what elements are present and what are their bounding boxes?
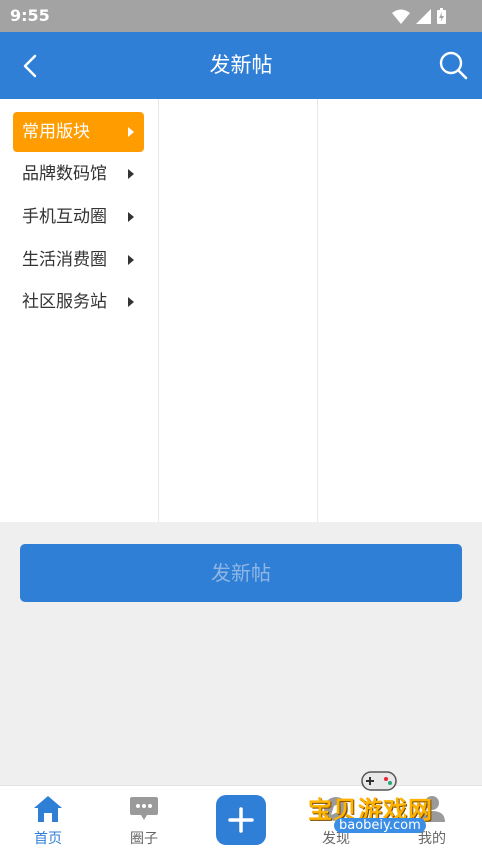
tab-circles[interactable]: 圈子 bbox=[96, 786, 192, 858]
app-header: 发新帖 bbox=[0, 32, 482, 99]
tab-home[interactable]: 首页 bbox=[0, 786, 96, 858]
tab-mine[interactable]: 我的 bbox=[384, 786, 480, 858]
page-title: 发新帖 bbox=[209, 53, 273, 77]
plus-icon bbox=[228, 807, 254, 833]
category-item-community-service[interactable]: 社区服务站 bbox=[13, 282, 144, 322]
category-label: 生活消费圈 bbox=[22, 250, 107, 270]
category-label: 品牌数码馆 bbox=[22, 164, 107, 184]
category-item-phone-interaction[interactable]: 手机互动圈 bbox=[13, 197, 144, 237]
status-icons bbox=[392, 8, 446, 24]
status-time: 9:55 bbox=[10, 6, 50, 25]
tab-label: 我的 bbox=[418, 831, 446, 847]
create-post-button[interactable] bbox=[216, 795, 266, 845]
category-label: 手机互动圈 bbox=[22, 207, 107, 227]
tab-label: 首页 bbox=[34, 831, 62, 847]
discover-icon bbox=[324, 797, 348, 821]
caret-right-icon bbox=[128, 127, 134, 137]
category-label: 社区服务站 bbox=[22, 292, 107, 312]
caret-right-icon bbox=[128, 169, 134, 179]
battery-icon bbox=[437, 8, 446, 24]
category-column-2 bbox=[159, 99, 318, 522]
signal-icon bbox=[416, 8, 431, 24]
caret-right-icon bbox=[128, 212, 134, 222]
category-label: 常用版块 bbox=[22, 122, 90, 142]
user-icon bbox=[419, 796, 445, 822]
chat-bubble-icon bbox=[130, 797, 158, 820]
wifi-icon bbox=[392, 9, 410, 24]
tab-discover[interactable]: 发现 bbox=[288, 786, 384, 858]
search-icon[interactable] bbox=[436, 48, 470, 82]
tab-label: 发现 bbox=[322, 831, 350, 847]
chevron-left-icon[interactable] bbox=[14, 49, 48, 83]
category-item-brand-digital[interactable]: 品牌数码馆 bbox=[13, 154, 144, 194]
category-column-1: 常用版块 品牌数码馆 手机互动圈 生活消费圈 社区服务站 bbox=[0, 99, 159, 522]
caret-right-icon bbox=[128, 297, 134, 307]
category-item-life-consumption[interactable]: 生活消费圈 bbox=[13, 240, 144, 280]
status-bar: 9:55 bbox=[0, 0, 482, 32]
category-column-3 bbox=[318, 99, 482, 522]
home-icon bbox=[34, 796, 62, 822]
category-picker: 常用版块 品牌数码馆 手机互动圈 生活消费圈 社区服务站 bbox=[0, 99, 482, 522]
submit-post-button[interactable]: 发新帖 bbox=[20, 544, 462, 602]
tab-label: 圈子 bbox=[130, 831, 158, 847]
bottom-tab-bar: 首页 圈子 发现 我的 bbox=[0, 785, 482, 858]
caret-right-icon bbox=[128, 255, 134, 265]
category-item-common[interactable]: 常用版块 bbox=[13, 112, 144, 152]
